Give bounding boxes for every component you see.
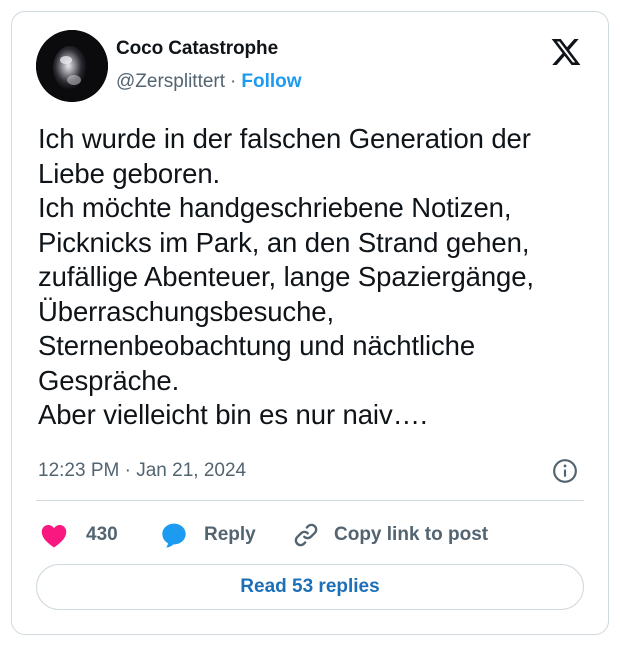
speech-bubble-icon [162,523,186,548]
display-name[interactable]: Coco Catastrophe [116,38,278,60]
reply-label: Reply [204,524,256,545]
handle-row: @Zersplittert · Follow [116,71,302,93]
link-icon [294,523,318,547]
copy-link-label: Copy link to post [334,524,489,545]
like-button[interactable]: 430 [40,517,118,553]
tweet-text: Ich wurde in der falschen Generation der… [38,123,534,430]
user-handle[interactable]: @Zersplittert [116,71,225,92]
tweet-timestamp[interactable]: 12:23 PM · Jan 21, 2024 [38,460,246,482]
follow-button[interactable]: Follow [241,71,301,92]
avatar-image [36,30,108,102]
avatar[interactable] [36,30,108,102]
copy-link-button[interactable]: Copy link to post [292,517,488,553]
separator-dot: · [230,71,237,92]
divider [36,500,584,501]
reply-button[interactable]: Reply [160,517,256,553]
tweet-card: Coco Catastrophe @Zersplittert · Follow Ic… [11,11,609,635]
info-icon[interactable] [552,458,578,484]
x-logo-icon[interactable] [550,36,582,68]
like-count: 430 [86,524,118,545]
heart-icon [41,524,67,548]
action-bar: 430 Reply Copy link to post [40,517,600,553]
read-replies-button[interactable]: Read 53 replies [36,564,584,610]
